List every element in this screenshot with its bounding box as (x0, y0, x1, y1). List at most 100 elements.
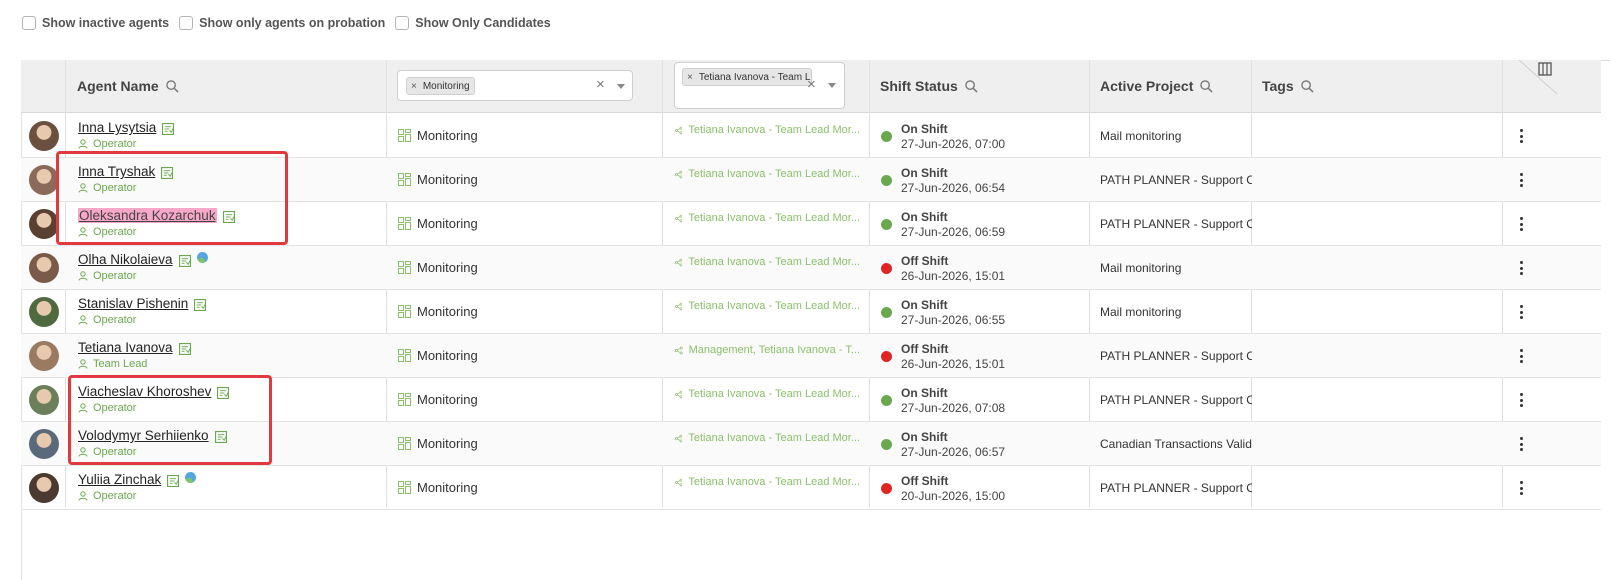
shift-status-label: Off Shift (901, 474, 949, 488)
agent-name-link[interactable]: Tetiana Ivanova (78, 340, 173, 355)
search-icon[interactable] (1300, 79, 1314, 93)
avatar[interactable] (29, 165, 59, 195)
kebab-menu-icon[interactable] (1519, 349, 1523, 363)
header-label: Agent Name (77, 78, 159, 94)
checkbox[interactable] (395, 16, 410, 30)
filter-label: Show Only Candidates (415, 16, 551, 30)
chip-remove-icon[interactable]: × (687, 72, 693, 83)
table-row (21, 290, 1601, 334)
table-row (21, 334, 1601, 378)
profile-card-icon[interactable] (194, 299, 206, 311)
shift-status-time: 27-Jun-2026, 07:08 (901, 401, 1006, 415)
chevron-down-icon[interactable] (617, 84, 625, 89)
avatar[interactable] (29, 473, 59, 503)
chip-remove-icon[interactable]: × (411, 81, 417, 92)
header-active-project[interactable]: Active Project (1100, 78, 1213, 94)
shift-status-dot (881, 219, 892, 230)
user-icon (78, 139, 88, 149)
filter-candidates[interactable]: Show Only Candidates (395, 16, 551, 30)
team-cell[interactable]: Tetiana Ivanova - Team Lead Mor... (675, 476, 860, 488)
kebab-menu-icon[interactable] (1519, 437, 1523, 451)
header-shift-status[interactable]: Shift Status (880, 78, 978, 94)
profile-card-icon[interactable] (167, 475, 179, 487)
kebab-menu-icon[interactable] (1519, 481, 1523, 495)
share-icon (675, 258, 683, 266)
search-icon[interactable] (1200, 79, 1213, 93)
shift-status-time: 27-Jun-2026, 06:59 (901, 225, 1006, 239)
clear-icon[interactable]: × (596, 76, 605, 93)
filter-probation[interactable]: Show only agents on probation (179, 16, 385, 30)
role-label: Operator (93, 138, 137, 150)
team-cell[interactable]: Tetiana Ivanova - Team Lead Mor... (675, 388, 860, 400)
project-label: Monitoring (417, 392, 478, 407)
grid-icon (398, 349, 411, 362)
avatar[interactable] (29, 297, 59, 327)
share-icon (675, 214, 683, 222)
team-cell[interactable]: Tetiana Ivanova - Team Lead Mor... (675, 124, 860, 136)
checkbox[interactable] (22, 16, 36, 30)
avatar[interactable] (29, 341, 59, 371)
role-label: Operator (93, 490, 137, 502)
agent-name-link[interactable]: Inna Lysytsia (78, 120, 156, 135)
agent-name-link[interactable]: Olha Nikolaieva (78, 252, 173, 267)
shift-status-label: On Shift (901, 430, 948, 444)
chevron-down-icon[interactable] (828, 83, 836, 88)
kebab-menu-icon[interactable] (1519, 129, 1523, 143)
agent-role: Operator (78, 270, 136, 282)
agent-name-link[interactable]: Stanislav Pishenin (78, 296, 188, 311)
project-label: Monitoring (417, 304, 478, 319)
shift-status-label: On Shift (901, 166, 948, 180)
team-cell[interactable]: Tetiana Ivanova - Team Lead Mor... (675, 256, 860, 268)
team-cell[interactable]: Tetiana Ivanova - Team Lead Mor... (675, 300, 860, 312)
avatar[interactable] (29, 429, 59, 459)
agent-role: Operator (78, 314, 136, 326)
shift-status-time: 27-Jun-2026, 06:54 (901, 181, 1006, 195)
project-filter-select[interactable]: × Monitoring × (397, 70, 633, 101)
team-label: Tetiana Ivanova - Team Lead Mor... (688, 256, 860, 268)
profile-card-icon[interactable] (179, 343, 191, 355)
kebab-menu-icon[interactable] (1519, 261, 1523, 275)
team-filter-chip[interactable]: × Tetiana Ivanova - Team L (682, 68, 812, 86)
active-project-cell: Mail monitoring (1100, 129, 1182, 143)
kebab-menu-icon[interactable] (1519, 217, 1523, 231)
search-icon[interactable] (965, 79, 978, 93)
team-cell[interactable]: Tetiana Ivanova - Team Lead Mor... (675, 168, 860, 180)
team-filter-select[interactable]: × Tetiana Ivanova - Team L × (674, 62, 845, 109)
header-agent-name[interactable]: Agent Name (77, 78, 179, 94)
kebab-menu-icon[interactable] (1519, 305, 1523, 319)
columns-icon[interactable] (1515, 60, 1557, 112)
avatar[interactable] (29, 385, 59, 415)
checkbox[interactable] (179, 16, 194, 30)
grid-icon (398, 305, 411, 318)
active-project-cell: Mail monitoring (1100, 305, 1182, 319)
grid-icon (398, 261, 411, 274)
chip-label: Tetiana Ivanova - Team L (698, 71, 811, 83)
clear-icon[interactable]: × (807, 76, 816, 93)
filter-label: Show inactive agents (42, 16, 170, 30)
project-cell: Monitoring (398, 172, 478, 187)
avatar[interactable] (29, 209, 59, 239)
user-icon (78, 271, 88, 281)
team-label: Tetiana Ivanova - Team Lead Mor... (688, 432, 860, 444)
header-tags[interactable]: Tags (1262, 78, 1314, 94)
search-icon[interactable] (165, 79, 179, 93)
user-icon (78, 315, 88, 325)
team-cell[interactable]: Tetiana Ivanova - Team Lead Mor... (675, 212, 860, 224)
team-cell[interactable]: Management, Tetiana Ivanova - T... (675, 344, 860, 356)
avatar[interactable] (29, 121, 59, 151)
avatar[interactable] (29, 253, 59, 283)
profile-card-icon[interactable] (179, 255, 191, 267)
filter-inactive-agents[interactable]: Show inactive agents (22, 16, 169, 30)
team-cell[interactable]: Tetiana Ivanova - Team Lead Mor... (675, 432, 860, 444)
kebab-menu-icon[interactable] (1519, 393, 1523, 407)
project-cell: Monitoring (398, 128, 478, 143)
profile-card-icon[interactable] (162, 123, 174, 135)
grid-icon (398, 217, 411, 230)
project-cell: Monitoring (398, 480, 478, 495)
project-cell: Monitoring (398, 392, 478, 407)
agent-name-link[interactable]: Yuliia Zinchak (78, 472, 161, 487)
shift-status-label: On Shift (901, 386, 948, 400)
project-filter-chip[interactable]: × Monitoring (406, 77, 475, 95)
team-label: Tetiana Ivanova - Team Lead Mor... (688, 124, 860, 136)
kebab-menu-icon[interactable] (1519, 173, 1523, 187)
